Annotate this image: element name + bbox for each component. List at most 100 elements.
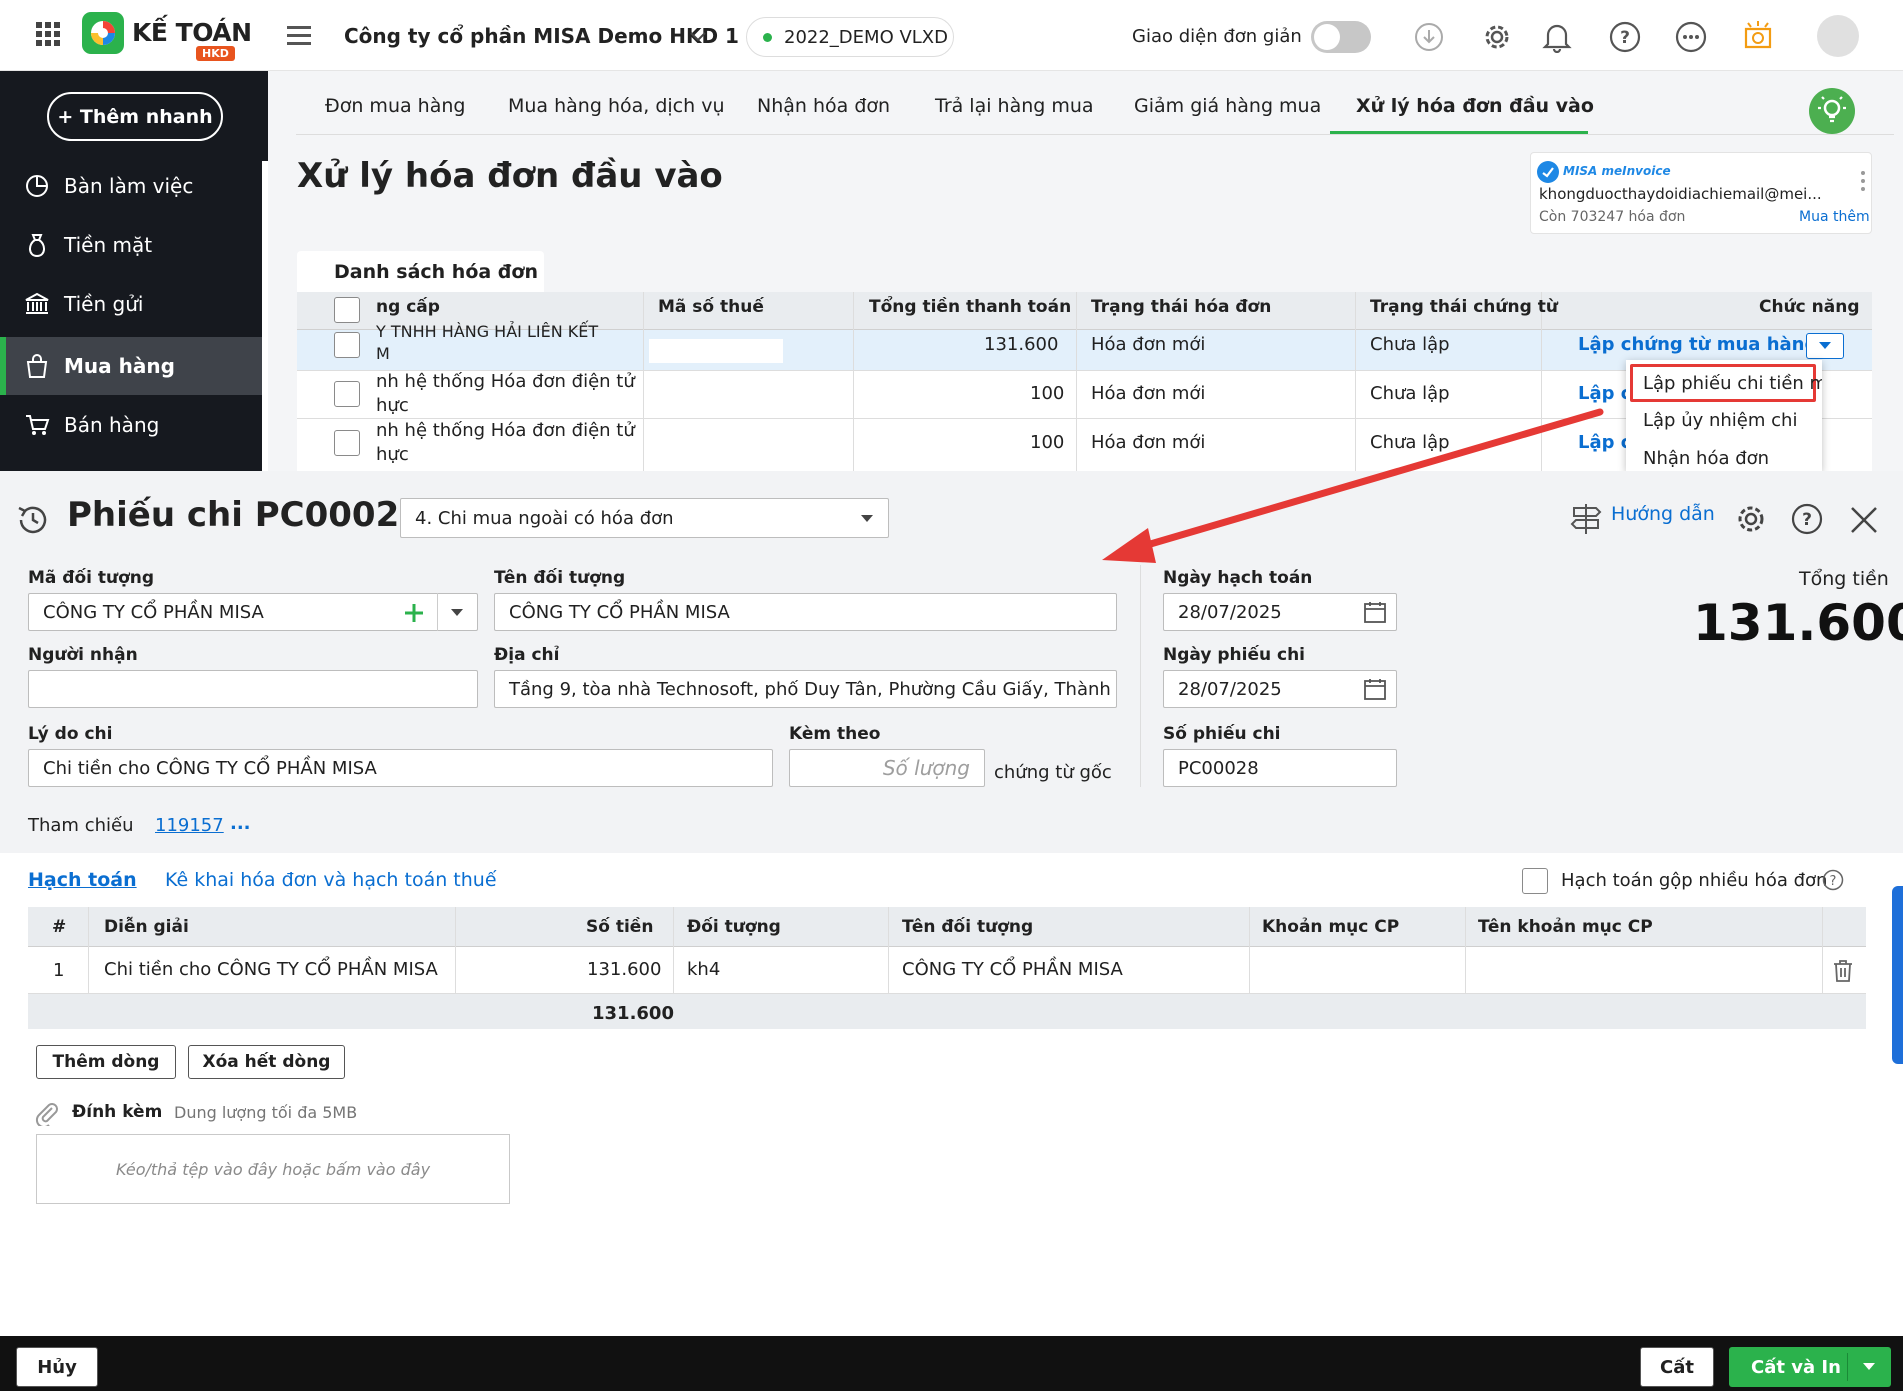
row-checkbox[interactable] bbox=[334, 430, 360, 456]
voucher-title: Phiếu chi PC00028 bbox=[67, 495, 423, 535]
side-panel-handle[interactable] bbox=[1892, 886, 1903, 1064]
menu-icon[interactable] bbox=[287, 26, 311, 46]
tab-receive-invoice[interactable]: Nhận hóa đơn bbox=[757, 95, 890, 117]
menu-item-cash-payment[interactable]: Lập phiếu chi tiền mặt bbox=[1630, 364, 1822, 402]
voucher-date-label: Ngày phiếu chi bbox=[1163, 645, 1306, 665]
sidebar-item-purchase[interactable]: Mua hàng bbox=[0, 337, 262, 395]
sidebar-item-label: Tiền mặt bbox=[64, 233, 153, 257]
calendar-icon[interactable] bbox=[1364, 601, 1386, 623]
tab-input-invoice[interactable]: Xử lý hóa đơn đầu vào bbox=[1356, 95, 1594, 117]
attachment-drop-hint: Kéo/thả tệp vào đây hoặc bấm vào đây bbox=[115, 1159, 431, 1179]
bell-icon[interactable] bbox=[1542, 21, 1572, 53]
grid-cell-object-name[interactable]: CÔNG TY CỔ PHẦN MISA bbox=[902, 959, 1123, 980]
sidebar-item-dashboard[interactable]: Bàn làm việc bbox=[0, 157, 262, 215]
grid-cell-no: 1 bbox=[53, 960, 65, 981]
invoice-list-tab[interactable]: Danh sách hóa đơn bbox=[297, 251, 544, 292]
total-amount: 100 bbox=[1030, 383, 1065, 404]
object-name-input[interactable]: CÔNG TY CỔ PHẦN MISA bbox=[494, 593, 1117, 631]
attach-count-input[interactable]: Số lượng bbox=[789, 749, 985, 787]
avatar[interactable] bbox=[1817, 15, 1859, 57]
col-header-doc-status: Trạng thái chứng từ bbox=[1370, 297, 1558, 317]
cancel-button[interactable]: Hủy bbox=[16, 1347, 98, 1387]
menu-item-payment-order[interactable]: Lập ủy nhiệm chi bbox=[1643, 410, 1797, 431]
save-print-button[interactable]: Cất và In bbox=[1729, 1347, 1891, 1387]
object-name-label: Tên đối tượng bbox=[494, 568, 626, 588]
more-icon[interactable] bbox=[1675, 21, 1707, 53]
reason-input[interactable]: Chi tiền cho CÔNG TY CỔ PHẦN MISA bbox=[28, 749, 773, 787]
gear-icon[interactable] bbox=[1481, 21, 1513, 53]
create-purchase-doc-link[interactable]: Lập chứng từ mua hàng bbox=[1578, 334, 1817, 355]
grid-sum-bg bbox=[28, 994, 1866, 1029]
tab-purchase-goods[interactable]: Mua hàng hóa, dịch vụ bbox=[508, 95, 725, 117]
save-button[interactable]: Cất bbox=[1640, 1347, 1714, 1387]
voucher-type-select[interactable]: 4. Chi mua ngoài có hóa đơn bbox=[400, 498, 889, 538]
sidebar-item-deposit[interactable]: Tiền gửi bbox=[0, 275, 262, 333]
download-icon[interactable] bbox=[1414, 22, 1444, 52]
guide-link[interactable]: Hướng dẫn bbox=[1611, 503, 1715, 525]
quick-add-button[interactable]: + Thêm nhanh bbox=[47, 92, 223, 141]
address-label: Địa chỉ bbox=[494, 645, 560, 665]
voucher-no-input[interactable]: PC00028 bbox=[1163, 749, 1397, 787]
lightbulb-icon[interactable] bbox=[1809, 88, 1855, 134]
top-bar: KẾ TOÁN HKD Công ty cổ phần MISA Demo HK… bbox=[0, 0, 1903, 71]
add-object-icon[interactable] bbox=[404, 603, 424, 623]
add-row-button[interactable]: Thêm dòng bbox=[36, 1045, 176, 1079]
caret-down-icon[interactable] bbox=[451, 609, 463, 617]
posting-date-input[interactable]: 28/07/2025 bbox=[1163, 593, 1397, 631]
total-amount: 131.600 bbox=[1693, 594, 1903, 652]
select-all-checkbox[interactable] bbox=[334, 297, 360, 323]
trash-icon[interactable] bbox=[1832, 959, 1854, 983]
kebab-menu-icon[interactable] bbox=[1861, 171, 1865, 191]
history-icon[interactable] bbox=[15, 502, 51, 538]
grid-col-description: Diễn giải bbox=[104, 917, 189, 937]
grid-cell-amount[interactable]: 131.600 bbox=[587, 959, 661, 980]
col-header-tax-code: Mã số thuế bbox=[658, 297, 764, 317]
meinvoice-buy-more-link[interactable]: Mua thêm bbox=[1799, 209, 1870, 225]
tab-purchase-order[interactable]: Đơn mua hàng bbox=[325, 95, 465, 117]
grid-col-object: Đối tượng bbox=[687, 917, 781, 937]
clear-rows-button[interactable]: Xóa hết dòng bbox=[188, 1045, 345, 1079]
menu-item-receive-invoice[interactable]: Nhận hóa đơn bbox=[1643, 448, 1769, 469]
simple-ui-label: Giao diện đơn giản bbox=[1132, 26, 1302, 47]
sidebar-item-sales[interactable]: Bán hàng bbox=[0, 396, 262, 454]
receiver-label: Người nhận bbox=[28, 645, 138, 665]
tab-purchase-discount[interactable]: Giảm giá hàng mua bbox=[1134, 95, 1321, 117]
receiver-input[interactable] bbox=[28, 670, 478, 708]
help-icon[interactable]: ? bbox=[1790, 502, 1824, 536]
simple-ui-toggle[interactable] bbox=[1311, 21, 1371, 53]
address-input[interactable]: Tầng 9, tòa nhà Technosoft, phố Duy Tân,… bbox=[494, 670, 1117, 708]
redacted-tax-code bbox=[649, 339, 783, 363]
voucher-date-input[interactable]: 28/07/2025 bbox=[1163, 670, 1397, 708]
attachment-dropzone[interactable]: Kéo/thả tệp vào đây hoặc bấm vào đây bbox=[36, 1134, 510, 1204]
tab-purchase-return[interactable]: Trả lại hàng mua bbox=[935, 95, 1094, 117]
sidebar-item-cash[interactable]: Tiền mặt bbox=[0, 216, 262, 274]
merge-invoices-checkbox[interactable] bbox=[1522, 868, 1548, 894]
help-icon[interactable]: ? bbox=[1822, 869, 1844, 891]
database-name: 2022_DEMO VLXD bbox=[784, 26, 948, 48]
caret-down-icon bbox=[861, 515, 873, 523]
svg-text:?: ? bbox=[1620, 28, 1630, 48]
toggle-knob bbox=[1314, 24, 1340, 50]
total-amount: 131.600 bbox=[984, 334, 1059, 355]
row-checkbox[interactable] bbox=[334, 332, 360, 358]
company-selector[interactable]: Công ty cổ phần MISA Demo HKD 1 bbox=[344, 24, 739, 48]
voucher-no-label: Số phiếu chi bbox=[1163, 724, 1281, 744]
row-checkbox[interactable] bbox=[334, 381, 360, 407]
reference-link[interactable]: 119157 bbox=[155, 815, 224, 836]
help-icon[interactable]: ? bbox=[1609, 21, 1641, 53]
announcement-icon[interactable] bbox=[1742, 19, 1774, 53]
chevron-down-icon[interactable] bbox=[690, 32, 706, 42]
database-selector[interactable]: 2022_DEMO VLXD bbox=[746, 17, 954, 57]
app-grid-icon[interactable] bbox=[36, 22, 60, 46]
gear-icon[interactable] bbox=[1734, 502, 1768, 536]
grid-cell-description[interactable]: Chi tiền cho CÔNG TY CỔ PHẦN MISA bbox=[104, 959, 438, 980]
caret-down-icon[interactable] bbox=[1863, 1363, 1875, 1371]
calendar-icon[interactable] bbox=[1364, 678, 1386, 700]
grid-cell-object[interactable]: kh4 bbox=[687, 959, 720, 980]
action-dropdown-button[interactable] bbox=[1806, 333, 1844, 359]
tab-invoice-tax[interactable]: Kê khai hóa đơn và hạch toán thuế bbox=[165, 869, 497, 891]
add-row-label: Thêm dòng bbox=[52, 1052, 160, 1072]
tab-posting[interactable]: Hạch toán bbox=[28, 869, 137, 891]
reference-more-link[interactable]: ... bbox=[230, 813, 251, 834]
close-icon[interactable] bbox=[1850, 506, 1878, 534]
